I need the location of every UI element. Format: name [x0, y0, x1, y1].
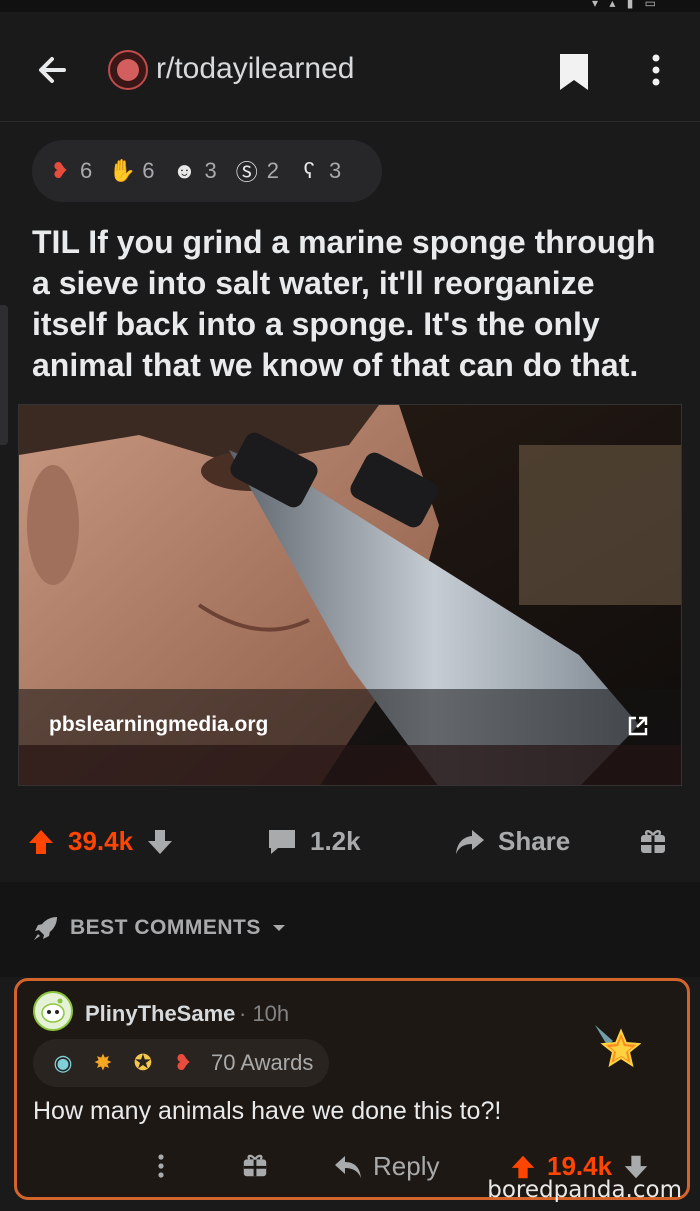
wholesome-seal-icon: ☻	[172, 158, 197, 183]
rocket-icon	[34, 917, 57, 940]
reply-label: Reply	[373, 1151, 440, 1181]
gold-star-icon: ✪	[133, 1050, 153, 1075]
comment-icon	[269, 829, 295, 854]
upvote-icon[interactable]	[26, 827, 56, 857]
award-count: 6	[80, 158, 93, 183]
gift-icon	[641, 830, 665, 853]
helpful-icon: ◉	[53, 1050, 73, 1075]
more-vertical-icon	[158, 1154, 164, 1178]
watermark: boredpanda.com	[487, 1177, 682, 1203]
rocket-heart-icon: ❥	[173, 1050, 193, 1075]
subreddit-icon[interactable]	[108, 50, 148, 90]
handshake-icon: ✋	[108, 158, 136, 183]
post-awards[interactable]: ❥ 6 ✋ 6 ☻ 3 Ⓢ 2 ʕ 3	[32, 140, 382, 202]
comment-author[interactable]: PlinyTheSame	[85, 1001, 235, 1027]
post-actions: 39.4k 1.2k Share	[0, 808, 700, 882]
award: ☻ 3	[171, 157, 217, 185]
comment-body: How many animals have we done this to?!	[33, 1097, 502, 1125]
award-count: 2	[266, 158, 279, 183]
award: ✋ 6	[108, 157, 155, 185]
comments-button[interactable]: 1.2k	[266, 826, 361, 857]
award-count: 6	[142, 158, 155, 183]
avatar[interactable]	[33, 991, 73, 1031]
status-icons: ▾ ▴ ▮ ▭	[592, 0, 660, 10]
post-link-preview[interactable]: pbslearningmedia.org	[18, 404, 682, 786]
comment-sort-dropdown[interactable]: BEST COMMENTS	[32, 914, 287, 942]
silver-coin-icon: Ⓢ	[235, 160, 258, 185]
external-link-icon[interactable]	[627, 715, 649, 737]
comment-more-button[interactable]	[153, 1151, 169, 1181]
snoo-avatar-icon	[41, 998, 65, 1023]
scroll-indicator	[0, 305, 8, 445]
upvote-count: 39.4k	[68, 826, 134, 856]
comment-awards[interactable]: ◉ ✸ ✪ ❥ 70 Awards	[33, 1039, 329, 1087]
explosion-icon: ✸	[93, 1050, 113, 1075]
chevron-down-icon	[272, 925, 285, 931]
share-icon	[456, 829, 484, 854]
subreddit-name[interactable]: r/todayilearned	[156, 52, 354, 86]
app-header: r/todayilearned	[0, 12, 700, 122]
award-button[interactable]	[638, 826, 668, 856]
award-count: 3	[329, 158, 342, 183]
back-arrow-icon[interactable]	[34, 50, 74, 90]
bookmark-icon[interactable]	[556, 52, 592, 92]
downvote-icon[interactable]	[145, 827, 175, 857]
share-button[interactable]: Share	[454, 826, 570, 857]
gift-icon	[243, 1154, 267, 1177]
award: Ⓢ 2	[233, 157, 279, 185]
comment-age: · 10h	[239, 1001, 290, 1026]
more-vertical-icon[interactable]	[644, 50, 668, 90]
award: ❥ 6	[46, 157, 92, 185]
vote-group: 39.4k	[26, 826, 175, 857]
link-domain[interactable]: pbslearningmedia.org	[49, 713, 268, 737]
post-title[interactable]: TIL If you grind a marine sponge through…	[32, 222, 677, 386]
award-count: 3	[204, 158, 217, 183]
highlighted-comment[interactable]: PlinyTheSame · 10h ◉ ✸ ✪ ❥ 70 Awards How…	[14, 978, 690, 1200]
share-label: Share	[498, 826, 571, 856]
awards-count-label: 70 Awards	[211, 1050, 314, 1075]
sparkle-star-icon	[595, 1025, 641, 1068]
reply-button[interactable]: Reply	[333, 1151, 439, 1182]
comment-count: 1.2k	[310, 826, 361, 856]
status-bar: ▾ ▴ ▮ ▭	[0, 0, 700, 12]
rocket-heart-icon: ❥	[50, 158, 70, 183]
award: ʕ 3	[295, 157, 342, 185]
reply-icon	[335, 1155, 361, 1178]
bear-hug-icon: ʕ	[303, 158, 315, 183]
comment-award-button[interactable]	[241, 1151, 269, 1179]
link-bar[interactable]: pbslearningmedia.org	[19, 689, 681, 785]
sort-label: BEST COMMENTS	[70, 916, 261, 939]
